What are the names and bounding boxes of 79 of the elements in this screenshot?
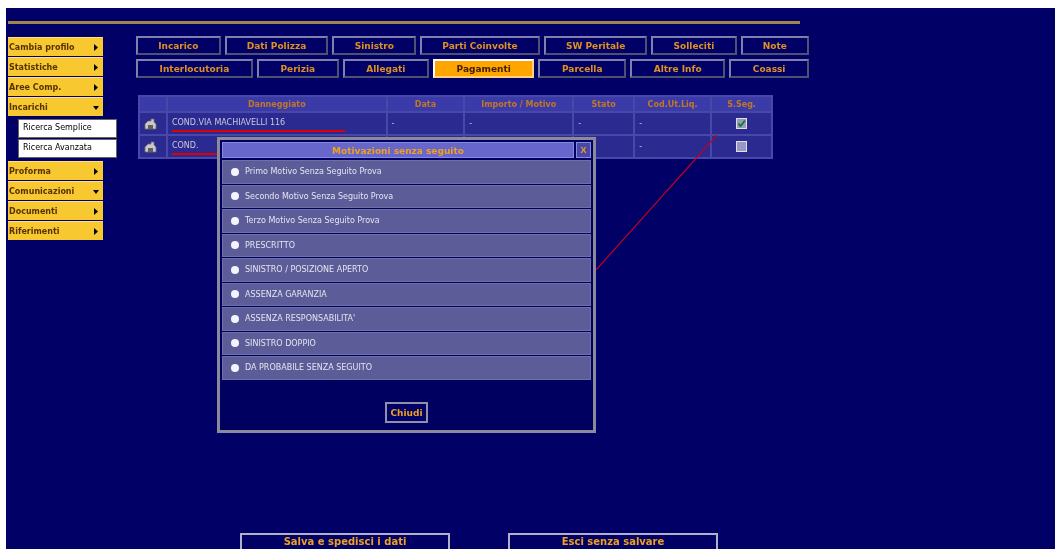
- radio-button[interactable]: [231, 339, 239, 348]
- sidebar-item-label[interactable]: Aree Comp.: [9, 82, 62, 92]
- option-label[interactable]: Primo Motivo Senza Seguito Prova: [245, 167, 382, 177]
- sidebar-item[interactable]: Comunicazioni: [8, 181, 103, 200]
- tab[interactable]: SW Peritale: [543, 36, 648, 55]
- sidebar-item-label[interactable]: Cambia profilo: [9, 42, 75, 52]
- table-cell: -: [574, 113, 634, 134]
- submenu-item[interactable]: Ricerca Avanzata: [18, 139, 117, 158]
- option-label[interactable]: DA PROBABILE SENZA SEGUITO: [245, 363, 372, 373]
- footer-button[interactable]: Esci senza salvare: [508, 533, 718, 549]
- radio-option[interactable]: DA PROBABILE SENZA SEGUITO: [222, 356, 591, 380]
- radio-option[interactable]: ASSENZA GARANZIA: [222, 282, 591, 306]
- radio-button[interactable]: [231, 167, 239, 176]
- tab[interactable]: Solleciti: [651, 36, 737, 55]
- tab[interactable]: Note: [740, 36, 809, 55]
- option-label[interactable]: Terzo Motivo Senza Seguito Prova: [245, 216, 380, 226]
- sidebar-item-label[interactable]: Statistiche: [9, 62, 58, 72]
- radio-button[interactable]: [231, 290, 239, 299]
- option-label[interactable]: PRESCRITTO: [245, 240, 295, 250]
- column-header: Stato: [574, 97, 634, 111]
- sidebar-item[interactable]: Incarichi: [8, 97, 103, 116]
- sidebar-item[interactable]: Documenti: [8, 201, 103, 220]
- table-cell: -: [635, 136, 711, 157]
- column-header: Cod.Ut.Liq.: [635, 97, 711, 111]
- house-icon: [144, 140, 157, 153]
- tab[interactable]: Altre Info: [630, 59, 726, 78]
- radio-button[interactable]: [231, 216, 239, 225]
- sidebar-item[interactable]: Riferimenti: [8, 221, 103, 240]
- table-cell: -: [387, 113, 464, 134]
- tab[interactable]: Pagamenti: [433, 59, 535, 78]
- column-header: Danneggiato: [167, 97, 386, 111]
- option-label[interactable]: ASSENZA RESPONSABILITA': [245, 314, 356, 324]
- tab[interactable]: Dati Polizza: [224, 36, 329, 55]
- sidebar-item[interactable]: Statistiche: [8, 57, 103, 76]
- option-label[interactable]: SINISTRO / POSIZIONE APERTO: [245, 265, 369, 275]
- table-cell: -: [635, 113, 711, 134]
- sidebar-item-label[interactable]: Incarichi: [9, 102, 48, 112]
- sidebar-item-label[interactable]: Comunicazioni: [9, 186, 75, 196]
- radio-button[interactable]: [231, 314, 239, 323]
- tab[interactable]: Coassi: [729, 59, 810, 78]
- close-button[interactable]: Chiudi: [385, 402, 428, 423]
- dialog-title: Motivazioni senza seguito: [222, 142, 574, 158]
- radio-option[interactable]: PRESCRITTO: [222, 233, 591, 257]
- column-header: S.Seg.: [712, 97, 771, 111]
- option-label[interactable]: SINISTRO DOPPIO: [245, 338, 316, 348]
- tab[interactable]: Incarico: [136, 36, 221, 55]
- radio-button[interactable]: [231, 192, 239, 201]
- column-header: Importo / Motivo: [465, 97, 573, 111]
- option-label[interactable]: ASSENZA GARANZIA: [245, 289, 327, 299]
- tab[interactable]: Sinistro: [332, 36, 417, 55]
- radio-option[interactable]: SINISTRO / POSIZIONE APERTO: [222, 258, 591, 282]
- house-icon: [144, 117, 157, 130]
- radio-option[interactable]: SINISTRO DOPPIO: [222, 331, 591, 355]
- tab[interactable]: Perizia: [256, 59, 339, 78]
- checkbox[interactable]: [736, 118, 747, 129]
- tab[interactable]: Interlocutoria: [136, 59, 253, 78]
- table-cell: -: [465, 113, 573, 134]
- sidebar-item-label[interactable]: Documenti: [9, 206, 58, 216]
- radio-button[interactable]: [231, 241, 239, 250]
- table-cell: COND.VIA MACHIAVELLI 116: [167, 113, 386, 134]
- radio-option[interactable]: Terzo Motivo Senza Seguito Prova: [222, 209, 591, 233]
- sidebar-item-label[interactable]: Proforma: [9, 166, 51, 176]
- radio-option[interactable]: Secondo Motivo Senza Seguito Prova: [222, 184, 591, 208]
- sidebar-item-label[interactable]: Riferimenti: [9, 226, 60, 236]
- radio-button[interactable]: [231, 363, 239, 372]
- tab[interactable]: Parti Coinvolte: [420, 36, 540, 55]
- radio-option[interactable]: ASSENZA RESPONSABILITA': [222, 307, 591, 331]
- sidebar-item[interactable]: Cambia profilo: [8, 37, 103, 56]
- sidebar-item[interactable]: Proforma: [8, 161, 103, 180]
- footer-button[interactable]: Salva e spedisci i dati: [240, 533, 450, 549]
- close-button[interactable]: X: [576, 142, 591, 158]
- submenu-item[interactable]: Ricerca Semplice: [18, 119, 117, 138]
- column-header: Data: [387, 97, 464, 111]
- sidebar-item[interactable]: Aree Comp.: [8, 77, 103, 96]
- tab[interactable]: Allegati: [342, 59, 429, 78]
- radio-button[interactable]: [231, 265, 239, 274]
- option-label[interactable]: Secondo Motivo Senza Seguito Prova: [245, 191, 394, 201]
- tab[interactable]: Parcella: [538, 59, 627, 78]
- radio-option[interactable]: Primo Motivo Senza Seguito Prova: [222, 160, 591, 184]
